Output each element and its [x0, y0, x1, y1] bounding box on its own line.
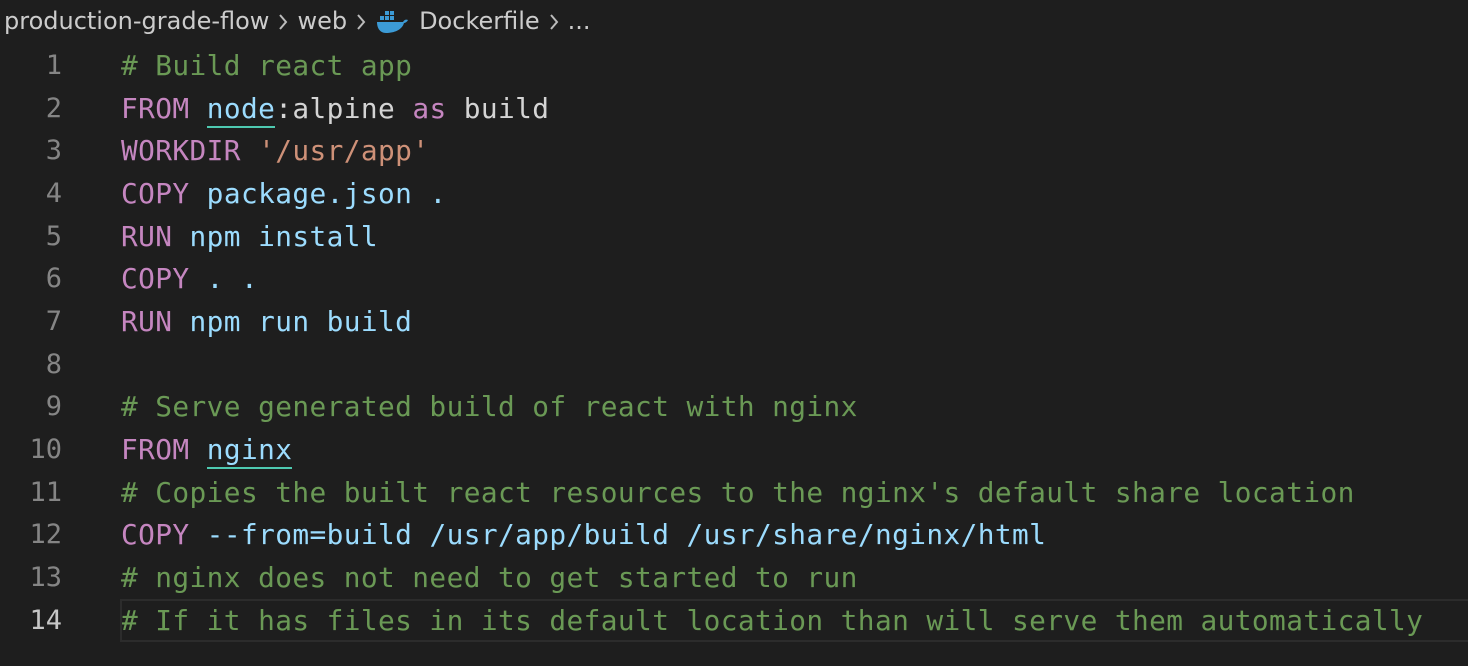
- code-token: # nginx does not need to get started to …: [121, 561, 858, 595]
- code-token: --from=build /usr/app/build /usr/share/n…: [189, 518, 1047, 552]
- code-line[interactable]: 11 # Copies the built react resources to …: [0, 471, 1468, 514]
- line-content: RUN npm install: [121, 220, 378, 253]
- code-token: # If it has files in its default locatio…: [121, 603, 1424, 637]
- code-line[interactable]: 4 COPY package.json .: [0, 172, 1468, 215]
- code-token: # Copies the built react resources to th…: [121, 475, 1355, 509]
- code-line[interactable]: 9 # Serve generated build of react with n…: [0, 386, 1468, 429]
- line-number: 8: [45, 348, 62, 380]
- breadcrumb: production-grade-flow web Dockerfile ...: [4, 0, 591, 42]
- line-number: 12: [29, 519, 62, 551]
- chevron-right-icon: [269, 7, 297, 35]
- code-area[interactable]: 1 # Build react app 2 FROM node:alpine as b…: [0, 44, 1468, 642]
- image-name-link[interactable]: nginx: [206, 433, 293, 470]
- code-token: COPY: [121, 262, 190, 296]
- code-line[interactable]: 5 RUN npm install: [0, 215, 1468, 258]
- code-token: . .: [189, 262, 259, 296]
- breadcrumb-file-label: Dockerfile: [419, 7, 540, 35]
- line-number: 5: [45, 220, 62, 252]
- line-content: # If it has files in its default locatio…: [121, 604, 1423, 637]
- line-content: WORKDIR '/usr/app': [121, 134, 429, 167]
- code-token: COPY: [121, 176, 190, 210]
- line-number: 14: [29, 604, 62, 636]
- code-token: npm install: [172, 219, 379, 253]
- breadcrumb-item-file[interactable]: Dockerfile: [375, 7, 540, 35]
- editor-window: production-grade-flow web Dockerfile ...…: [0, 0, 1468, 666]
- code-token: # Build react app: [121, 48, 413, 82]
- code-token: as: [412, 91, 447, 125]
- code-line[interactable]: 1 # Build react app: [0, 44, 1468, 87]
- code-token: package.json .: [189, 176, 447, 210]
- breadcrumb-item-folder[interactable]: web: [297, 7, 347, 35]
- line-number: 4: [45, 177, 62, 209]
- code-token: '/usr/app': [258, 134, 430, 168]
- line-content: FROM nginx: [121, 433, 293, 470]
- line-content: # Build react app: [121, 49, 412, 82]
- line-content: # nginx does not need to get started to …: [121, 561, 858, 594]
- code-token: FROM: [121, 433, 190, 467]
- line-content: COPY --from=build /usr/app/build /usr/sh…: [121, 518, 1046, 551]
- image-name-link[interactable]: node: [206, 91, 276, 128]
- code-token: FROM: [121, 91, 190, 125]
- line-number: 10: [29, 434, 62, 466]
- code-line[interactable]: 12 COPY --from=build /usr/app/build /usr/…: [0, 514, 1468, 557]
- line-content: COPY package.json .: [121, 177, 447, 210]
- line-content: FROM node:alpine as build: [121, 91, 550, 128]
- code-line[interactable]: 6 COPY . .: [0, 257, 1468, 300]
- line-number: 3: [45, 135, 62, 167]
- code-line[interactable]: 8: [0, 343, 1468, 386]
- code-token: # Serve generated build of react with ng…: [121, 390, 858, 424]
- chevron-right-icon: [540, 7, 568, 35]
- line-number: 6: [45, 263, 62, 295]
- code-token: build: [446, 91, 550, 125]
- line-number: 9: [45, 391, 62, 423]
- line-number: 7: [45, 305, 62, 337]
- line-content: COPY . .: [121, 262, 258, 295]
- code-line[interactable]: 7 RUN npm run build: [0, 300, 1468, 343]
- code-line[interactable]: 2 FROM node:alpine as build: [0, 87, 1468, 130]
- code-line[interactable]: 10 FROM nginx: [0, 428, 1468, 471]
- line-number: 2: [45, 92, 62, 124]
- line-content: # Serve generated build of react with ng…: [121, 390, 858, 423]
- breadcrumb-item-project[interactable]: production-grade-flow: [4, 7, 269, 35]
- docker-icon: [375, 10, 409, 34]
- line-content: RUN npm run build: [121, 305, 412, 338]
- code-token: RUN: [121, 219, 173, 253]
- code-token: RUN: [121, 304, 173, 338]
- code-token: :alpine: [275, 91, 413, 125]
- code-token: WORKDIR: [121, 134, 241, 168]
- code-line[interactable]: 3 WORKDIR '/usr/app': [0, 129, 1468, 172]
- code-token: COPY: [121, 518, 190, 552]
- code-line[interactable]: 13 # nginx does not need to get started t…: [0, 556, 1468, 599]
- line-number: 11: [29, 476, 62, 508]
- line-number: 1: [45, 49, 62, 81]
- code-token: npm run build: [172, 304, 413, 338]
- code-line[interactable]: 14 # If it has files in its default locat…: [0, 598, 1468, 642]
- line-content: # Copies the built react resources to th…: [121, 476, 1355, 509]
- chevron-right-icon: [347, 7, 375, 35]
- breadcrumb-item-symbols[interactable]: ...: [568, 7, 591, 35]
- line-number: 13: [29, 562, 62, 594]
